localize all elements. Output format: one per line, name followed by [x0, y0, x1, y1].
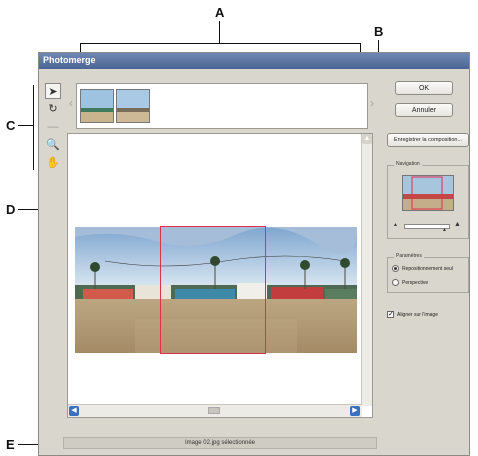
horizontal-scrollbar[interactable]: ◀ ▶: [68, 404, 362, 417]
title-bar: Photomerge: [39, 53, 469, 69]
snap-to-image-label: Aligner sur l'image: [397, 312, 438, 318]
snap-to-image-checkbox[interactable]: ✓: [387, 311, 394, 318]
toolbox: ➤ ↻ — 🔍 ✋: [45, 83, 61, 173]
selected-image-outline[interactable]: [160, 226, 266, 354]
lightbox-left-arrow-icon[interactable]: ‹: [69, 96, 73, 110]
callout-line-a: [219, 21, 220, 43]
callout-e: E: [6, 437, 15, 452]
lightbox-strip: ‹ ›: [69, 83, 374, 129]
cancel-button[interactable]: Annuler: [395, 103, 453, 117]
lightbox-thumbnail-2[interactable]: [116, 89, 150, 123]
navigator-preview[interactable]: [402, 175, 454, 211]
work-area[interactable]: ▲ ◀ ▶: [67, 133, 373, 418]
thumbnail-2-image: [117, 90, 149, 122]
radio-reposition-only-label: Repositionnement seul: [402, 266, 453, 272]
callout-d: D: [6, 202, 16, 217]
zoom-slider-thumb[interactable]: ▲: [442, 227, 447, 233]
select-image-tool-icon[interactable]: ➤: [45, 83, 61, 99]
lightbox-thumbnail-1[interactable]: [80, 89, 114, 123]
scroll-up-icon[interactable]: ▲: [362, 134, 372, 144]
lightbox-right-arrow-icon[interactable]: ›: [370, 96, 374, 110]
navigator-thumbnail: [403, 176, 453, 210]
save-composition-button[interactable]: Enregistrer la composition...: [387, 133, 469, 147]
callout-line-c: [18, 125, 34, 126]
move-view-tool-icon[interactable]: ✋: [45, 155, 61, 171]
callout-a: A: [215, 5, 225, 20]
horizontal-scroll-thumb[interactable]: [208, 407, 220, 414]
zoom-tool-icon[interactable]: 🔍: [45, 137, 61, 153]
navigator-group: Navigation ▲ ▲ ▲: [387, 161, 469, 239]
scroll-right-icon[interactable]: ▶: [350, 406, 360, 416]
callout-b: B: [374, 24, 384, 39]
callout-line-c-bracket: [33, 85, 34, 170]
navigator-label: Navigation: [394, 161, 422, 167]
zoom-in-large-icon[interactable]: ▲: [454, 221, 461, 228]
radio-perspective[interactable]: [392, 279, 399, 286]
status-bar: Image 02.jpg sélectionnée: [63, 437, 377, 449]
scroll-left-icon[interactable]: ◀: [69, 406, 79, 416]
radio-reposition-only[interactable]: [392, 265, 399, 272]
zoom-out-small-icon[interactable]: ▲: [393, 222, 398, 228]
radio-perspective-label: Perspective: [402, 280, 429, 286]
callout-c: C: [6, 118, 16, 133]
separator: —: [47, 121, 59, 133]
callout-line-a-bracket: [80, 43, 361, 44]
status-text: Image 02.jpg sélectionnée: [184, 440, 256, 446]
ok-button[interactable]: OK: [395, 81, 453, 95]
window-title: Photomerge: [43, 55, 96, 65]
settings-group: Paramètres Repositionnement seul Perspec…: [387, 253, 469, 293]
settings-label: Paramètres: [394, 253, 424, 259]
thumbnail-1-image: [81, 90, 113, 122]
vertical-scrollbar[interactable]: ▲: [361, 134, 372, 406]
photomerge-dialog: Photomerge ➤ ↻ — 🔍 ✋ ‹ › ▲ ◀ ▶ Image 02.…: [38, 52, 470, 456]
rotate-image-tool-icon[interactable]: ↻: [45, 101, 61, 117]
